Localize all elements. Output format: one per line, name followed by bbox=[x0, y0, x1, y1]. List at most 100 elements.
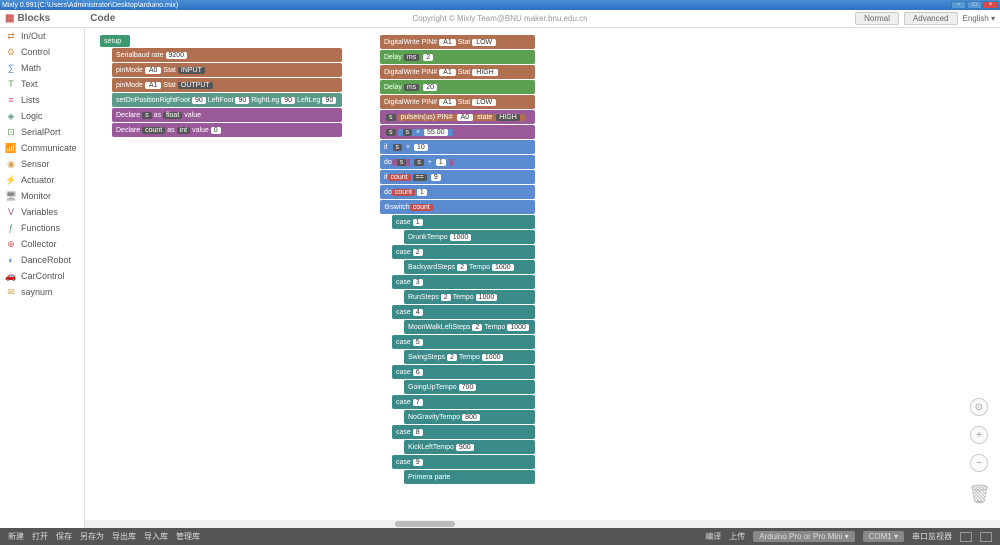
sidebar-item-math[interactable]: ∑Math bbox=[0, 60, 84, 76]
sidebar-item-text[interactable]: TText bbox=[0, 76, 84, 92]
category-icon: ∑ bbox=[6, 63, 16, 73]
kickleft-block[interactable]: KickLeft Tempo 900 bbox=[404, 440, 535, 454]
blockly-workspace[interactable]: setup Serial baud rate 9200 pinMode A0 S… bbox=[85, 28, 1000, 528]
digitalwrite-low-block[interactable]: DigitalWrite PIN# A1 Stat LOW bbox=[380, 95, 535, 109]
case-5[interactable]: case 5 bbox=[392, 335, 535, 349]
sidebar-item-functions[interactable]: ƒ Functions bbox=[0, 220, 84, 236]
block-group-setup[interactable]: setup Serial baud rate 9200 pinMode A0 S… bbox=[100, 35, 342, 138]
saveas-button[interactable]: 另存为 bbox=[80, 531, 104, 542]
digitalwrite-block[interactable]: DigitalWrite PIN# A1 Stat LOW bbox=[380, 35, 535, 49]
primera-block[interactable]: Primera parte bbox=[404, 470, 535, 484]
app-header: ▦Blocks Code Copyright © Mixly Team@BNU … bbox=[0, 10, 1000, 28]
zoom-out-button[interactable]: − bbox=[970, 454, 988, 472]
case-4[interactable]: case 4 bbox=[392, 305, 535, 319]
trash-icon[interactable]: 🗑 bbox=[968, 484, 988, 508]
manage-button[interactable]: 管理库 bbox=[176, 531, 200, 542]
sidebar-item-saynum[interactable]: ✉saynum bbox=[0, 284, 84, 300]
category-label: CarControl bbox=[21, 271, 65, 281]
sidebar-item-in/out[interactable]: ⇄In/Out bbox=[0, 28, 84, 44]
export-button[interactable]: 导出库 bbox=[112, 531, 136, 542]
board-select[interactable]: Arduino Pro or Pro Mini ▾ bbox=[753, 531, 854, 542]
assign-s-block[interactable]: s pulseIn(us) PIN# A0 state HIGH bbox=[380, 110, 535, 124]
setup-block[interactable]: setup bbox=[100, 35, 130, 47]
footer-icon-1[interactable] bbox=[960, 532, 972, 542]
category-icon: ◉ bbox=[6, 159, 16, 169]
setposition-block[interactable]: setOnPosition RightFoot 90 LeftFoot 90 R… bbox=[112, 93, 342, 107]
sidebar-item-dancerobot[interactable]: ◐DanceRobot bbox=[0, 252, 84, 268]
sidebar-item-variables[interactable]: VVariables bbox=[0, 204, 84, 220]
category-label: Sensor bbox=[21, 159, 50, 169]
blocks-tab[interactable]: ▦Blocks bbox=[5, 13, 50, 24]
port-select[interactable]: COM1 ▾ bbox=[863, 531, 904, 542]
sidebar-item-sensor[interactable]: ◉ Sensor bbox=[0, 156, 84, 172]
if-block[interactable]: if s × 10 bbox=[380, 140, 535, 154]
category-label: Functions bbox=[21, 223, 60, 233]
declare-s-block[interactable]: Declare s as float value bbox=[112, 108, 342, 122]
window-buttons: − □ × bbox=[951, 1, 998, 9]
code-tab[interactable]: Code bbox=[90, 13, 115, 24]
advanced-mode-button[interactable]: Advanced bbox=[904, 12, 958, 25]
case-6[interactable]: case 6 bbox=[392, 365, 535, 379]
block-group-main[interactable]: DigitalWrite PIN# A1 Stat LOW Delay ms 2… bbox=[380, 35, 535, 485]
category-icon: T bbox=[6, 79, 16, 89]
moonwalk-block[interactable]: MoonWalkLeft Steps 2 Tempo 1000 bbox=[404, 320, 535, 334]
case-8[interactable]: case 8 bbox=[392, 425, 535, 439]
new-button[interactable]: 新建 bbox=[8, 531, 24, 542]
compile-button[interactable]: 编译 bbox=[705, 531, 721, 542]
category-icon: ƒ bbox=[6, 223, 16, 233]
horizontal-scrollbar[interactable] bbox=[85, 520, 1000, 528]
case-1[interactable]: case 1 bbox=[392, 215, 535, 229]
close-button[interactable]: × bbox=[983, 1, 998, 9]
serial-block[interactable]: Serial baud rate 9200 bbox=[112, 48, 342, 62]
language-select[interactable]: English ▾ bbox=[963, 14, 996, 23]
case-7[interactable]: case 7 bbox=[392, 395, 535, 409]
math-block-1[interactable]: s s × 55.00 bbox=[380, 125, 535, 139]
center-button[interactable]: ⊙ bbox=[970, 398, 988, 416]
delay-block[interactable]: Delay ms 2 bbox=[380, 50, 535, 64]
normal-mode-button[interactable]: Normal bbox=[855, 12, 899, 25]
run-block[interactable]: Run Steps 2 Tempo 1000 bbox=[404, 290, 535, 304]
window-title: Mixly 0.991(C:\Users\Administrator\Deskt… bbox=[2, 2, 178, 9]
upload-button[interactable]: 上传 bbox=[729, 531, 745, 542]
sidebar-item-carcontrol[interactable]: 🚗 CarControl bbox=[0, 268, 84, 284]
import-button[interactable]: 导入库 bbox=[144, 531, 168, 542]
nogravity-block[interactable]: NoGravity Tempo 800 bbox=[404, 410, 535, 424]
case-9[interactable]: case 9 bbox=[392, 455, 535, 469]
drunk-block[interactable]: Drunk Tempo 1000 bbox=[404, 230, 535, 244]
pinmode-block[interactable]: pinMode A0 Stat INPUT bbox=[112, 63, 342, 77]
case-3[interactable]: case 3 bbox=[392, 275, 535, 289]
minimize-button[interactable]: − bbox=[951, 1, 966, 9]
sidebar-item-logic[interactable]: ◈Logic bbox=[0, 108, 84, 124]
category-icon: ⊡ bbox=[6, 127, 16, 137]
category-icon: 🚗 bbox=[6, 271, 16, 281]
goingup-block[interactable]: GoingUp Tempo 700 bbox=[404, 380, 535, 394]
delay-block-2[interactable]: Delay ms 20 bbox=[380, 80, 535, 94]
case-2[interactable]: case 2 bbox=[392, 245, 535, 259]
save-button[interactable]: 保存 bbox=[56, 531, 72, 542]
serial-monitor-button[interactable]: 串口监视器 bbox=[912, 531, 952, 542]
category-label: Communicate bbox=[21, 143, 77, 153]
footer-icon-2[interactable] bbox=[980, 532, 992, 542]
if-count-block[interactable]: if count == 9 bbox=[380, 170, 535, 184]
sidebar-item-communicate[interactable]: 📶Communicate bbox=[0, 140, 84, 156]
sidebar-item-lists[interactable]: ≡Lists bbox=[0, 92, 84, 108]
zoom-in-button[interactable]: + bbox=[970, 426, 988, 444]
digitalwrite-high-block[interactable]: DigitalWrite PIN# A1 Stat HIGH bbox=[380, 65, 535, 79]
category-icon: ⇄ bbox=[6, 31, 16, 41]
pinmode-block-2[interactable]: pinMode A1 Stat OUTPUT bbox=[112, 78, 342, 92]
do-count-block[interactable]: do count 1 bbox=[380, 185, 535, 199]
sidebar-item-monitor[interactable]: 🖥Monitor bbox=[0, 188, 84, 204]
category-label: SerialPort bbox=[21, 127, 61, 137]
backyard-block[interactable]: Backyard Steps 2 Tempo 1000 bbox=[404, 260, 535, 274]
maximize-button[interactable]: □ bbox=[967, 1, 982, 9]
open-button[interactable]: 打开 bbox=[32, 531, 48, 542]
sidebar-item-actuator[interactable]: ⚡Actuator bbox=[0, 172, 84, 188]
sidebar-item-control[interactable]: ⚙Control bbox=[0, 44, 84, 60]
category-icon: ⊕ bbox=[6, 239, 16, 249]
sidebar-item-collector[interactable]: ⊕Collector bbox=[0, 236, 84, 252]
switch-block[interactable]: ⚙ switch count bbox=[380, 200, 535, 214]
do-block[interactable]: do s s + 1 bbox=[380, 155, 535, 169]
declare-count-block[interactable]: Declare count as int value 0 bbox=[112, 123, 342, 137]
sidebar-item-serialport[interactable]: ⊡ SerialPort bbox=[0, 124, 84, 140]
swing-block[interactable]: Swing Steps 2 Tempo 1000 bbox=[404, 350, 535, 364]
